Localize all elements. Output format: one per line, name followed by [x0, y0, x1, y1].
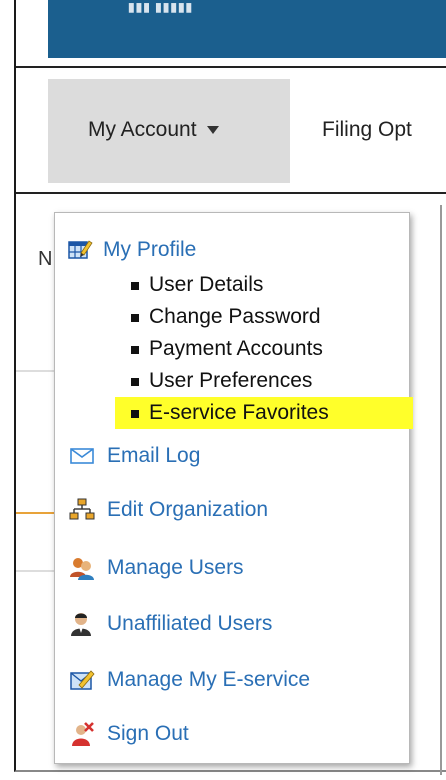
menu-item-email-log[interactable]: Email Log — [69, 439, 200, 473]
background-edge — [440, 205, 442, 775]
bullet-icon — [131, 346, 139, 354]
nav-my-account-label: My Account — [88, 118, 197, 141]
header-banner: ▮▮▮ ▮▮▮▮▮ — [48, 0, 446, 58]
submenu-user-preferences[interactable]: User Preferences — [125, 365, 413, 397]
manage-users-label: Manage Users — [107, 556, 244, 579]
profile-grid-icon — [67, 237, 93, 263]
unaffiliated-users-label: Unaffiliated Users — [107, 612, 273, 635]
manage-my-eservice-label: Manage My E-service — [107, 668, 311, 691]
sign-out-icon — [69, 721, 95, 747]
submenu-label: Change Password — [149, 305, 321, 328]
email-log-label: Email Log — [107, 444, 201, 467]
background-accent-line — [16, 512, 56, 514]
bullet-icon — [131, 314, 139, 322]
submenu-eservice-favorites[interactable]: E-service Favorites — [115, 397, 413, 429]
profile-submenu: User Details Change Password Payment Acc… — [115, 269, 413, 429]
my-profile-label: My Profile — [103, 238, 197, 261]
bullet-icon — [131, 282, 139, 290]
eservice-icon — [69, 667, 95, 693]
caret-down-icon — [206, 126, 219, 135]
submenu-payment-accounts[interactable]: Payment Accounts — [125, 333, 413, 365]
sign-out-label: Sign Out — [107, 722, 189, 745]
background-divider — [16, 570, 56, 572]
menu-item-manage-my-eservice[interactable]: Manage My E-service — [69, 663, 310, 697]
bullet-icon — [131, 378, 139, 386]
menu-item-manage-users[interactable]: Manage Users — [69, 551, 244, 585]
nav-divider — [16, 192, 446, 194]
person-icon — [69, 611, 95, 637]
menu-item-edit-organization[interactable]: Edit Organization — [69, 493, 268, 527]
menu-item-my-profile[interactable]: My Profile — [67, 235, 196, 265]
submenu-label: Payment Accounts — [149, 337, 323, 360]
submenu-change-password[interactable]: Change Password — [125, 301, 413, 333]
banner-logo: ▮▮▮ ▮▮▮▮▮ — [128, 0, 194, 14]
nav-my-account[interactable]: My Account — [88, 118, 219, 142]
header-divider — [16, 66, 446, 68]
submenu-label: User Details — [149, 273, 264, 296]
menu-item-unaffiliated-users[interactable]: Unaffiliated Users — [69, 607, 272, 641]
submenu-label: User Preferences — [149, 369, 313, 392]
background-text-fragment: N — [38, 248, 53, 270]
my-account-dropdown: My Profile User Details Change Password … — [54, 212, 413, 764]
submenu-user-details[interactable]: User Details — [125, 269, 413, 301]
background-divider — [16, 370, 56, 372]
users-icon — [69, 555, 95, 581]
nav-filing-options[interactable]: Filing Opt — [322, 118, 412, 142]
envelope-icon — [69, 443, 95, 469]
bullet-icon — [131, 410, 139, 418]
org-chart-icon — [69, 497, 95, 523]
submenu-label: E-service Favorites — [149, 401, 329, 424]
menu-item-sign-out[interactable]: Sign Out — [69, 717, 189, 751]
edit-organization-label: Edit Organization — [107, 498, 269, 521]
